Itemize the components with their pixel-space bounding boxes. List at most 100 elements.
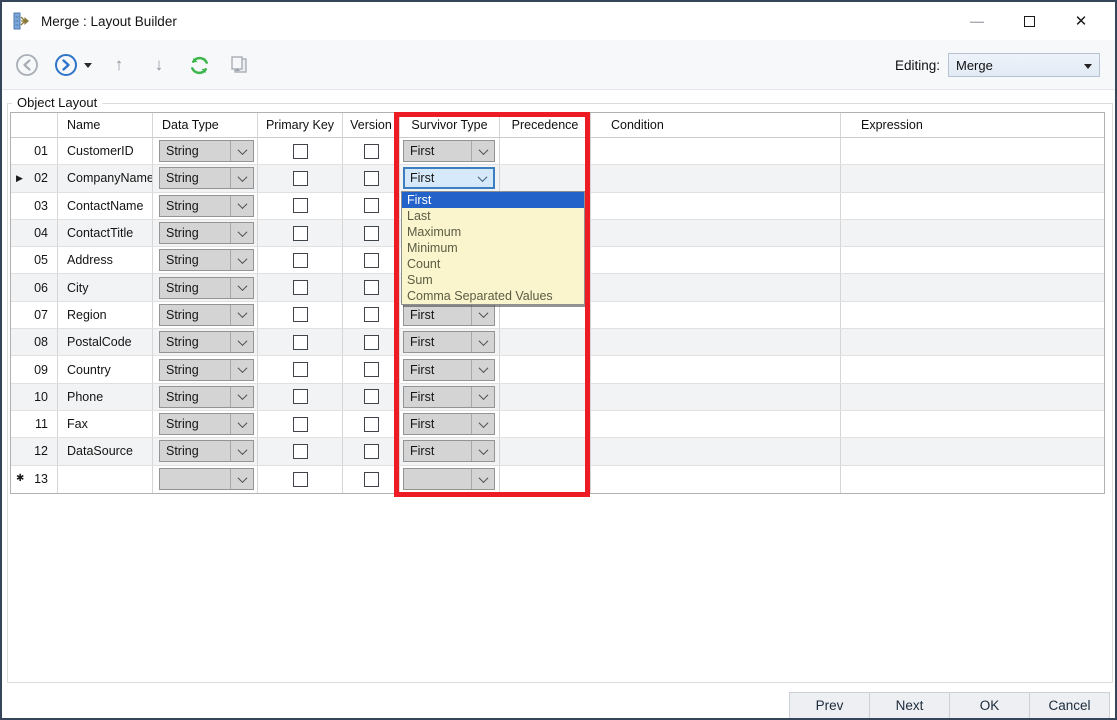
expression-cell[interactable]: [841, 247, 1106, 273]
condition-cell[interactable]: [591, 165, 841, 191]
row-header-cell[interactable]: 12: [11, 438, 58, 464]
maximize-button[interactable]: [1003, 2, 1055, 40]
version-checkbox[interactable]: [364, 307, 379, 322]
primary-key-checkbox[interactable]: [293, 444, 308, 459]
name-cell[interactable]: Country: [58, 356, 153, 382]
primary-key-checkbox[interactable]: [293, 144, 308, 159]
primary-key-checkbox[interactable]: [293, 417, 308, 432]
primary-key-checkbox[interactable]: [293, 362, 308, 377]
row-header-cell[interactable]: ✱13: [11, 466, 58, 493]
survivor-type-combobox[interactable]: First: [403, 304, 495, 326]
move-down-button[interactable]: ↓: [146, 52, 172, 78]
condition-cell[interactable]: [591, 247, 841, 273]
expression-cell[interactable]: [841, 193, 1106, 219]
data-type-combobox[interactable]: String: [159, 249, 254, 271]
ok-button[interactable]: OK: [949, 692, 1030, 719]
precedence-cell[interactable]: [500, 138, 591, 164]
version-checkbox[interactable]: [364, 280, 379, 295]
version-checkbox[interactable]: [364, 171, 379, 186]
close-button[interactable]: ✕: [1055, 2, 1107, 40]
dropdown-option[interactable]: Last: [402, 208, 584, 224]
precedence-cell[interactable]: [500, 302, 591, 328]
name-cell[interactable]: Region: [58, 302, 153, 328]
survivor-type-combobox[interactable]: First: [403, 331, 495, 353]
version-checkbox[interactable]: [364, 389, 379, 404]
name-cell[interactable]: CompanyName: [58, 165, 153, 191]
forward-button[interactable]: [54, 52, 92, 78]
row-header-cell[interactable]: 08: [11, 329, 58, 355]
row-header-cell[interactable]: 01: [11, 138, 58, 164]
forward-dropdown-caret[interactable]: [84, 63, 92, 68]
expression-cell[interactable]: [841, 411, 1106, 437]
row-header-cell[interactable]: ▶02: [11, 165, 58, 191]
dropdown-option[interactable]: Comma Separated Values: [402, 288, 584, 304]
data-type-combobox[interactable]: String: [159, 359, 254, 381]
version-checkbox[interactable]: [364, 362, 379, 377]
row-header-cell[interactable]: 07: [11, 302, 58, 328]
name-cell[interactable]: Phone: [58, 384, 153, 410]
survivor-type-combobox[interactable]: First: [403, 140, 495, 162]
next-button[interactable]: Next: [869, 692, 950, 719]
dropdown-option[interactable]: First: [402, 192, 584, 208]
condition-cell[interactable]: [591, 193, 841, 219]
version-checkbox[interactable]: [364, 253, 379, 268]
survivor-type-combobox[interactable]: [403, 468, 495, 490]
condition-cell[interactable]: [591, 302, 841, 328]
survivor-type-combobox[interactable]: First: [403, 440, 495, 462]
precedence-cell[interactable]: [500, 165, 591, 191]
row-header-cell[interactable]: 05: [11, 247, 58, 273]
primary-key-checkbox[interactable]: [293, 253, 308, 268]
expression-cell[interactable]: [841, 165, 1106, 191]
refresh-button[interactable]: [186, 52, 212, 78]
row-header-cell[interactable]: 09: [11, 356, 58, 382]
expression-cell[interactable]: [841, 138, 1106, 164]
dropdown-option[interactable]: Maximum: [402, 224, 584, 240]
condition-cell[interactable]: [591, 438, 841, 464]
condition-cell[interactable]: [591, 220, 841, 246]
name-cell[interactable]: City: [58, 274, 153, 300]
name-cell[interactable]: [58, 466, 153, 493]
name-cell[interactable]: Fax: [58, 411, 153, 437]
data-type-combobox[interactable]: String: [159, 386, 254, 408]
survivor-type-combobox[interactable]: First: [403, 167, 495, 189]
condition-cell[interactable]: [591, 411, 841, 437]
dropdown-option[interactable]: Count: [402, 256, 584, 272]
minimize-button[interactable]: —: [951, 2, 1003, 40]
condition-cell[interactable]: [591, 138, 841, 164]
precedence-cell[interactable]: [500, 466, 591, 493]
name-cell[interactable]: ContactName: [58, 193, 153, 219]
data-type-combobox[interactable]: String: [159, 440, 254, 462]
expression-cell[interactable]: [841, 329, 1106, 355]
expression-cell[interactable]: [841, 220, 1106, 246]
condition-cell[interactable]: [591, 466, 841, 493]
cancel-button[interactable]: Cancel: [1029, 692, 1110, 719]
precedence-cell[interactable]: [500, 356, 591, 382]
data-type-combobox[interactable]: String: [159, 277, 254, 299]
precedence-cell[interactable]: [500, 329, 591, 355]
precedence-cell[interactable]: [500, 411, 591, 437]
data-type-combobox[interactable]: String: [159, 222, 254, 244]
primary-key-checkbox[interactable]: [293, 171, 308, 186]
condition-cell[interactable]: [591, 329, 841, 355]
row-header-cell[interactable]: 03: [11, 193, 58, 219]
version-checkbox[interactable]: [364, 417, 379, 432]
expression-cell[interactable]: [841, 356, 1106, 382]
row-header-cell[interactable]: 04: [11, 220, 58, 246]
dropdown-option[interactable]: Sum: [402, 272, 584, 288]
condition-cell[interactable]: [591, 356, 841, 382]
data-type-combobox[interactable]: [159, 468, 254, 490]
data-type-combobox[interactable]: String: [159, 331, 254, 353]
name-cell[interactable]: DataSource: [58, 438, 153, 464]
expression-cell[interactable]: [841, 466, 1106, 493]
row-header-cell[interactable]: 11: [11, 411, 58, 437]
name-cell[interactable]: ContactTitle: [58, 220, 153, 246]
expression-cell[interactable]: [841, 302, 1106, 328]
expression-cell[interactable]: [841, 438, 1106, 464]
move-up-button[interactable]: ↑: [106, 52, 132, 78]
name-cell[interactable]: CustomerID: [58, 138, 153, 164]
precedence-cell[interactable]: [500, 438, 591, 464]
primary-key-checkbox[interactable]: [293, 389, 308, 404]
editing-combobox[interactable]: Merge: [948, 53, 1100, 77]
name-cell[interactable]: Address: [58, 247, 153, 273]
paste-button[interactable]: [226, 52, 252, 78]
